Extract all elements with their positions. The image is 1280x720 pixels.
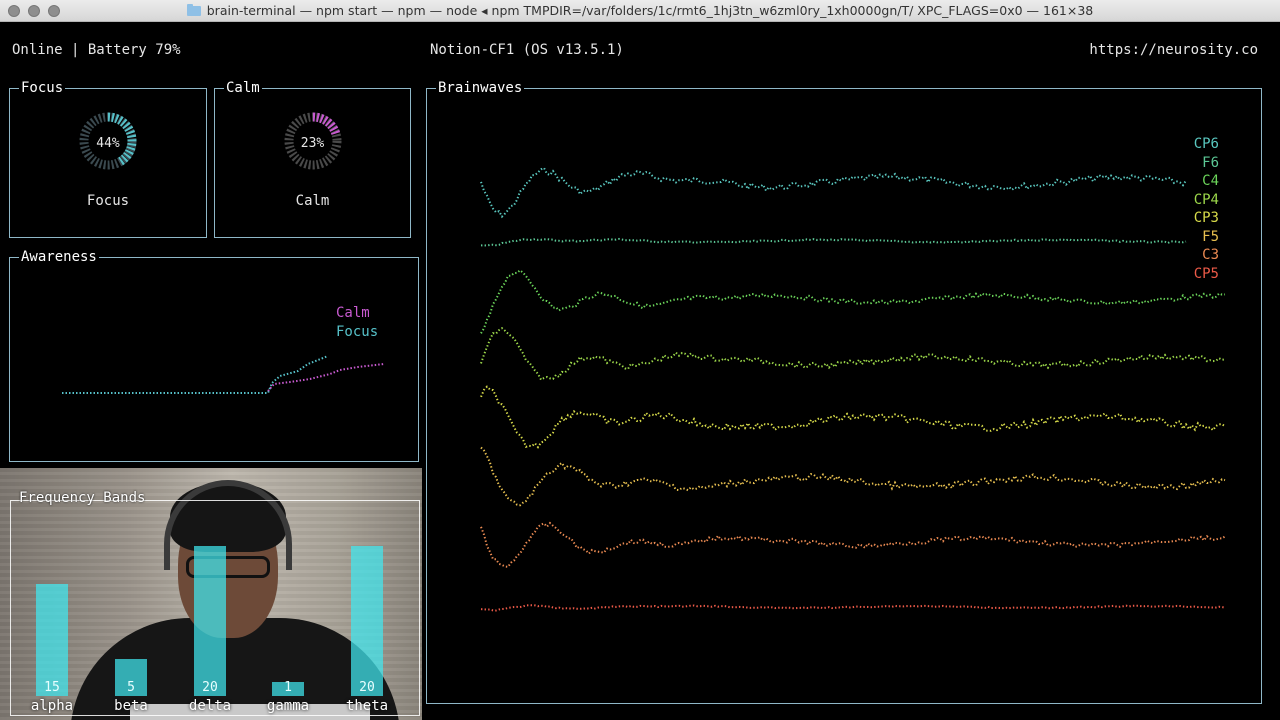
channel-label-f6: F6 (1202, 154, 1219, 171)
trace-c3 (480, 521, 1226, 568)
band-label-gamma: gamma (266, 698, 310, 714)
band-value-delta: 20 (202, 680, 218, 695)
calm-panel: Calm 23% Calm (214, 80, 411, 238)
channel-label-c4: C4 (1202, 173, 1219, 189)
channel-label-cp5: CP5 (1193, 265, 1219, 282)
focus-label: Focus (86, 193, 130, 209)
close-window-button[interactable] (8, 5, 20, 17)
trace-cp5 (480, 604, 1226, 612)
trace-cp4 (480, 326, 1226, 382)
band-value-beta: 5 (127, 680, 135, 695)
minimize-window-button[interactable] (28, 5, 40, 17)
focus-percent: 44% (96, 136, 120, 151)
trace-cp3 (480, 385, 1226, 449)
folder-icon (186, 3, 201, 16)
awareness-calm-line (267, 363, 385, 392)
calm-panel-title: Calm (224, 80, 262, 96)
band-bar-theta (351, 546, 383, 696)
awareness-panel: Awareness Calm Focus (9, 249, 419, 462)
focus-panel: Focus 44% Focus (9, 80, 207, 238)
awareness-focus-line (62, 355, 329, 394)
brainwaves-legend: CP6 F6 C4 CP4 CP3 F5 C3 CP5 (1194, 135, 1219, 283)
band-value-theta: 20 (359, 680, 375, 695)
trace-f6 (480, 237, 1187, 247)
trace-cp6 (480, 166, 1187, 219)
band-label-delta: delta (188, 698, 232, 714)
window-title: brain-terminal — npm start — npm — node … (206, 3, 1094, 18)
device-info: Notion-CF1 (OS v13.5.1) (430, 42, 624, 58)
trace-c4 (480, 269, 1226, 334)
calm-label: Calm (295, 193, 330, 209)
calm-percent: 23% (300, 136, 325, 151)
band-bar-delta (194, 546, 226, 696)
focus-panel-title: Focus (19, 80, 66, 96)
channel-label-cp4: CP4 (1193, 191, 1219, 208)
zoom-window-button[interactable] (48, 5, 60, 17)
band-value-gamma: 1 (284, 680, 292, 695)
awareness-plot (62, 355, 385, 394)
channel-label-f5: F5 (1202, 228, 1219, 245)
band-label-alpha: alpha (30, 698, 74, 714)
window-titlebar: brain-terminal — npm start — npm — node … (0, 0, 1280, 22)
website-url[interactable]: https://neurosity.co (1089, 42, 1258, 58)
band-label-beta: beta (114, 698, 148, 714)
channel-label-c3: C3 (1202, 247, 1219, 263)
status-text: Online | Battery 79% (12, 42, 181, 58)
brainwaves-plot (480, 166, 1226, 612)
band-value-alpha: 15 (44, 680, 60, 695)
trace-f5 (480, 446, 1226, 507)
webcam-feed: Frequency Bands 15 alpha 5 beta 20 delta 1 gamm… (0, 468, 422, 720)
frequency-bands-title: Frequency Bands (19, 490, 146, 506)
channel-label-cp3: CP3 (1193, 210, 1219, 226)
window-controls (8, 5, 60, 17)
channel-label-cp6: CP6 (1193, 136, 1219, 152)
band-label-theta: theta (345, 698, 389, 714)
terminal-area: Online | Battery 79% Notion-CF1 (OS v13.… (0, 22, 1280, 720)
brainwaves-panel: Brainwaves CP6 F6 C4 CP4 CP3 F5 C3 CP5 (426, 80, 1262, 704)
